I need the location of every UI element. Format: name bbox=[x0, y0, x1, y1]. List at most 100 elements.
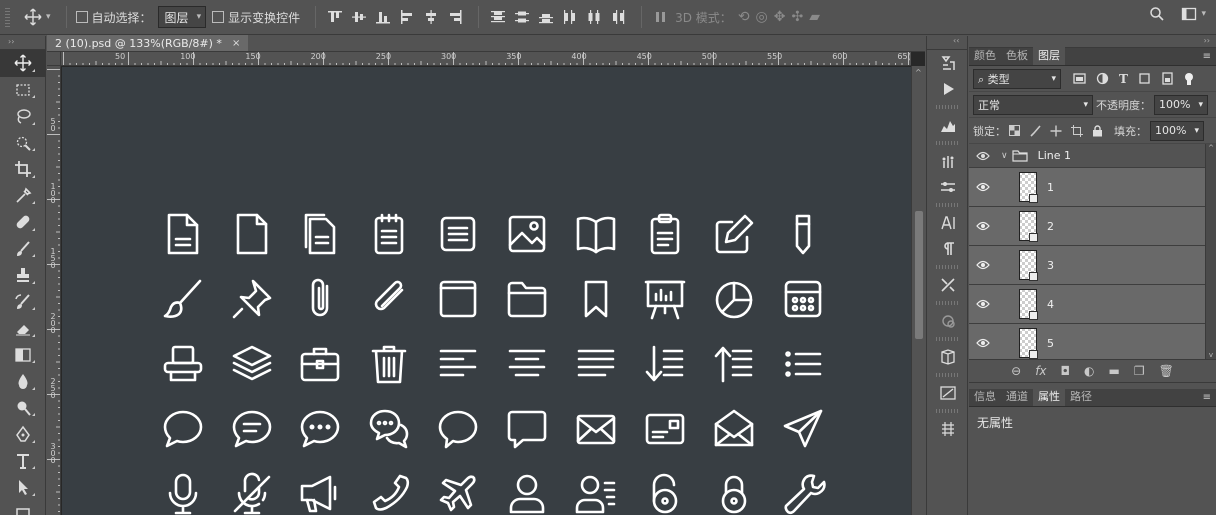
dodge-tool[interactable] bbox=[0, 395, 46, 422]
show-transform-checkbox[interactable]: 显示变换控件 bbox=[212, 6, 300, 28]
move-tool[interactable] bbox=[0, 50, 46, 77]
tools-collapse[interactable]: ›› bbox=[0, 36, 45, 50]
lock-position-icon[interactable] bbox=[1050, 125, 1062, 137]
distribute-bottom-button[interactable] bbox=[536, 7, 556, 27]
align-right-button[interactable] bbox=[445, 7, 465, 27]
gradient-tool[interactable] bbox=[0, 342, 46, 369]
histogram-panel-button[interactable] bbox=[927, 112, 969, 138]
close-icon[interactable]: × bbox=[232, 38, 240, 49]
mask-icon[interactable]: ◘ bbox=[1061, 364, 1071, 378]
align-left-button[interactable] bbox=[397, 7, 417, 27]
marquee-tool[interactable] bbox=[0, 77, 46, 104]
panel-grip[interactable] bbox=[936, 105, 958, 109]
3d-panel-button[interactable] bbox=[927, 344, 969, 370]
layers-scrollbar[interactable]: ^ v bbox=[1205, 144, 1216, 359]
brush-settings-button[interactable] bbox=[927, 148, 969, 174]
3d-roll-icon[interactable]: ◎ bbox=[756, 9, 768, 25]
trash-icon[interactable]: 🗑 bbox=[1159, 364, 1174, 378]
vertical-ruler[interactable]: 5 0 1 0 0 1 5 0 2 0 0 2 5 0 3 0 0 bbox=[47, 66, 61, 515]
healing-tool[interactable] bbox=[0, 209, 46, 236]
auto-align-button[interactable] bbox=[651, 7, 671, 27]
lasso-tool[interactable] bbox=[0, 103, 46, 130]
checkbox-box[interactable] bbox=[212, 11, 225, 23]
layer-row[interactable]: 2 bbox=[969, 207, 1216, 246]
crop-tool[interactable] bbox=[0, 156, 46, 183]
distribute-left-button[interactable] bbox=[560, 7, 580, 27]
scroll-up-icon[interactable]: ^ bbox=[1206, 144, 1216, 152]
panel-grip[interactable] bbox=[936, 141, 958, 145]
3d-scale-icon[interactable]: ▰ bbox=[809, 9, 820, 25]
path-select-tool[interactable] bbox=[0, 474, 46, 501]
align-vcenter-button[interactable] bbox=[349, 7, 369, 27]
panel-grip[interactable] bbox=[936, 409, 958, 413]
layer-row[interactable]: 4 bbox=[969, 285, 1216, 324]
align-hcenter-button[interactable] bbox=[421, 7, 441, 27]
lock-transparent-icon[interactable] bbox=[1009, 125, 1020, 136]
tab-properties[interactable]: 属性 bbox=[1033, 388, 1065, 406]
ruler-origin[interactable] bbox=[47, 52, 61, 66]
tab-channels[interactable]: 通道 bbox=[1001, 388, 1033, 406]
3d-pan-icon[interactable]: ✥ bbox=[774, 9, 786, 25]
lock-all-icon[interactable] bbox=[1092, 124, 1103, 137]
scroll-up-icon[interactable]: ^ bbox=[915, 68, 922, 77]
type-tool[interactable] bbox=[0, 448, 46, 475]
3d-rotate-icon[interactable]: ⟲ bbox=[738, 9, 750, 25]
glyphs-panel-button[interactable] bbox=[927, 416, 969, 442]
panel-grip[interactable] bbox=[936, 301, 958, 305]
type-filter-icon[interactable]: T bbox=[1119, 72, 1128, 86]
document-tab[interactable]: 2 (10).psd @ 133%(RGB/8#) * × bbox=[47, 35, 249, 51]
layer-row[interactable]: 5 bbox=[969, 324, 1216, 359]
move-tool-preset[interactable]: ▾ bbox=[24, 6, 51, 28]
panel-grip[interactable] bbox=[936, 373, 958, 377]
tab-swatches[interactable]: 色板 bbox=[1001, 47, 1033, 65]
opacity-field[interactable]: 100% ▾ bbox=[1154, 94, 1208, 115]
visibility-eye-icon[interactable] bbox=[969, 260, 997, 270]
chevron-down-icon[interactable]: ∨ bbox=[1001, 151, 1008, 161]
lock-artboard-icon[interactable] bbox=[1071, 124, 1083, 137]
align-top-button[interactable] bbox=[325, 7, 345, 27]
visibility-eye-icon[interactable] bbox=[969, 299, 997, 309]
layer-row[interactable]: 1 bbox=[969, 168, 1216, 207]
smart-object-filter-icon[interactable] bbox=[1161, 72, 1174, 85]
visibility-eye-icon[interactable] bbox=[969, 338, 997, 348]
eraser-tool[interactable] bbox=[0, 315, 46, 342]
new-layer-icon[interactable]: ❐ bbox=[1134, 364, 1145, 378]
link-icon[interactable]: ⊖ bbox=[1011, 364, 1021, 378]
eyedropper-tool[interactable] bbox=[0, 183, 46, 210]
tab-info[interactable]: 信息 bbox=[969, 388, 1001, 406]
scroll-down-icon[interactable]: v bbox=[1206, 351, 1216, 359]
panel-grip[interactable] bbox=[936, 203, 958, 207]
history-brush-tool[interactable] bbox=[0, 289, 46, 316]
visibility-eye-icon[interactable] bbox=[969, 221, 997, 231]
tab-layers[interactable]: 图层 bbox=[1033, 47, 1065, 65]
adjustment-layer-icon[interactable]: ◐ bbox=[1084, 364, 1094, 378]
pen-tool[interactable] bbox=[0, 421, 46, 448]
blur-tool[interactable] bbox=[0, 368, 46, 395]
history-panel-button[interactable] bbox=[927, 50, 969, 76]
filter-toggle-icon[interactable] bbox=[1184, 72, 1194, 86]
panel-grip[interactable] bbox=[936, 337, 958, 341]
distribute-vcenter-button[interactable] bbox=[512, 7, 532, 27]
paragraph-panel-button[interactable] bbox=[927, 236, 969, 262]
layer-row[interactable]: 3 bbox=[969, 246, 1216, 285]
distribute-top-button[interactable] bbox=[488, 7, 508, 27]
image-filter-icon[interactable] bbox=[1073, 72, 1086, 85]
new-group-icon[interactable]: ▬ bbox=[1109, 364, 1120, 378]
clone-source-button[interactable] bbox=[927, 308, 969, 334]
layer-group-row[interactable]: ∨ Line 1 bbox=[969, 144, 1216, 168]
3d-slide-icon[interactable]: ✣ bbox=[792, 9, 804, 25]
checkbox-box[interactable] bbox=[75, 11, 88, 23]
vertical-scrollbar[interactable]: ^ bbox=[911, 66, 925, 515]
search-icon[interactable] bbox=[1149, 6, 1165, 22]
document-canvas[interactable] bbox=[62, 67, 911, 515]
distribute-right-button[interactable] bbox=[608, 7, 628, 27]
quick-select-tool[interactable] bbox=[0, 130, 46, 157]
adjustment-filter-icon[interactable] bbox=[1096, 72, 1109, 85]
horizontal-ruler[interactable]: 50 100 150 200 250 300 350 400 450 500 550 600 65( bbox=[61, 52, 911, 66]
character-panel-button[interactable] bbox=[927, 210, 969, 236]
chevron-down-icon[interactable]: ▾ bbox=[1201, 9, 1206, 19]
auto-select-checkbox[interactable]: 自动选择： bbox=[75, 6, 152, 28]
brush-tool[interactable] bbox=[0, 236, 46, 263]
visibility-eye-icon[interactable] bbox=[969, 151, 997, 161]
tool-presets-button[interactable] bbox=[927, 272, 969, 298]
